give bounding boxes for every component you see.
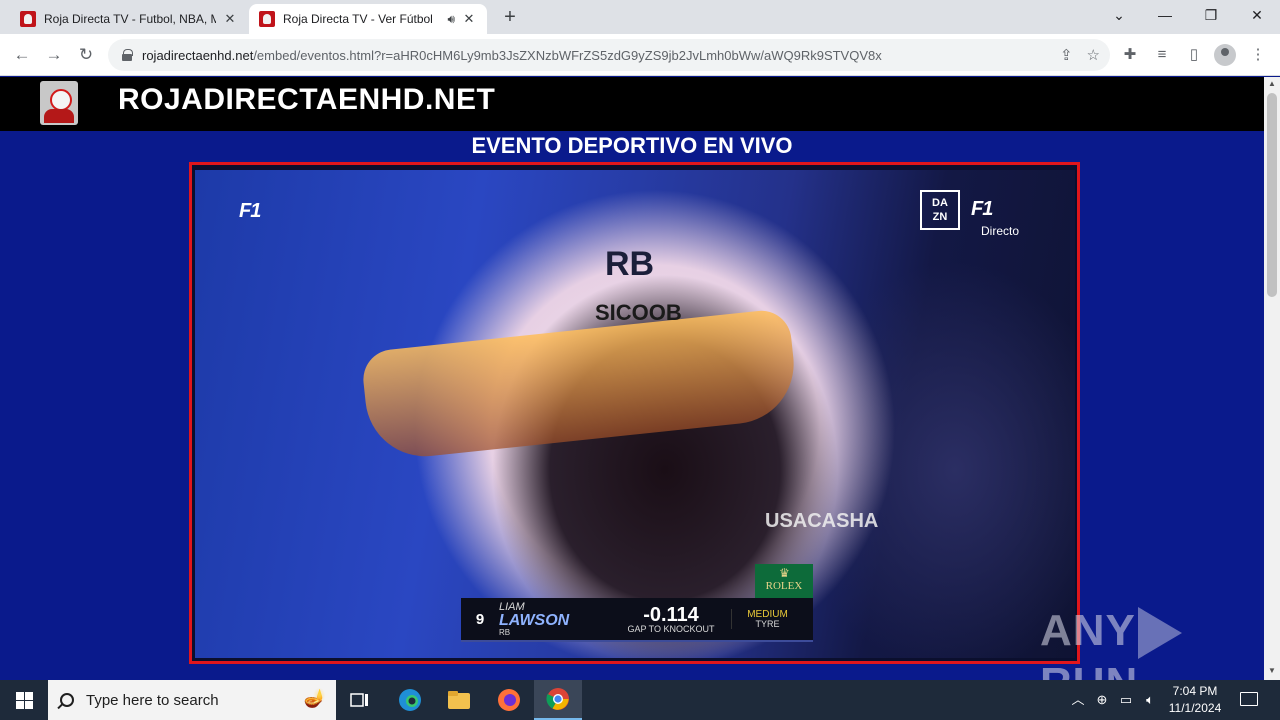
start-button[interactable] bbox=[0, 680, 48, 720]
helmet-visor bbox=[360, 307, 800, 463]
forward-button[interactable]: → bbox=[40, 41, 68, 69]
back-button[interactable]: ← bbox=[8, 41, 36, 69]
tab-close-icon[interactable]: ✕ bbox=[222, 11, 238, 27]
tab-title: Roja Directa TV - Ver Fútbol bbox=[283, 12, 433, 26]
extensions-puzzle-icon[interactable]: ✚ bbox=[1116, 41, 1144, 69]
live-status-label: Directo bbox=[981, 224, 1020, 238]
tab-close-icon[interactable]: ✕ bbox=[461, 11, 477, 27]
side-panel-icon[interactable]: ▯ bbox=[1180, 41, 1208, 69]
driver-lower-third: 9 LIAM LAWSON RB -0.114 GAP TO KNOCKOUT … bbox=[461, 598, 813, 642]
windows-logo-icon bbox=[16, 692, 24, 700]
driver-first-name: LIAM bbox=[499, 600, 525, 613]
restore-button[interactable]: ❐ bbox=[1188, 0, 1234, 30]
search-highlight-icon: 🪔 bbox=[303, 688, 326, 708]
driver-last-name: LAWSON bbox=[499, 611, 570, 629]
reload-button[interactable]: ↻ bbox=[72, 41, 100, 69]
tab-rojadirecta-home[interactable]: Roja Directa TV - Futbol, NBA, M ✕ bbox=[10, 4, 248, 34]
search-placeholder: Type here to search bbox=[86, 691, 219, 709]
firefox-app-button[interactable] bbox=[485, 680, 533, 720]
driver-team: RB bbox=[499, 627, 511, 637]
clock-date: 11/1/2024 bbox=[1168, 701, 1222, 715]
helmet-sponsor-text: SICOOB bbox=[595, 300, 682, 325]
gap-block: -0.114 GAP TO KNOCKOUT bbox=[611, 605, 731, 634]
rolex-text: ROLEX bbox=[765, 580, 803, 592]
file-explorer-app-button[interactable] bbox=[435, 680, 483, 720]
rolex-badge: ♛ ROLEX bbox=[755, 564, 813, 598]
tab-title: Roja Directa TV - Futbol, NBA, M bbox=[44, 12, 216, 26]
event-title: EVENTO DEPORTIVO EN VIVO bbox=[471, 133, 793, 158]
edge-app-button[interactable] bbox=[386, 680, 434, 720]
f1-logo-icon: F1 bbox=[971, 198, 993, 220]
system-clock[interactable]: 7:04 PM 11/1/2024 bbox=[1160, 683, 1230, 717]
page-scrollbar[interactable]: ▲ ▼ bbox=[1264, 77, 1280, 680]
media-control-icon[interactable]: ≡ bbox=[1148, 41, 1176, 69]
show-hidden-icons-chevron-icon[interactable]: ︿ bbox=[1068, 680, 1088, 720]
tab-strip: Roja Directa TV - Futbol, NBA, M ✕ Roja … bbox=[0, 0, 1280, 34]
dazn-logo-icon: DA ZN bbox=[920, 190, 960, 230]
f1-logo-icon: F1 bbox=[239, 200, 261, 222]
tyre-label: TYRE bbox=[755, 618, 780, 629]
play-triangle-icon bbox=[1137, 607, 1182, 660]
windows-taskbar: Type here to search 🪔 ︿ ⊕ ▭ 🔈︎ 7:04 PM 1… bbox=[0, 680, 1280, 720]
chrome-icon bbox=[546, 688, 569, 710]
task-view-icon bbox=[350, 693, 368, 707]
video-player[interactable]: RB SICOOB USACASHA F1 DA ZN F1 Directo ♛ … bbox=[189, 162, 1080, 664]
edge-icon bbox=[399, 689, 421, 711]
lock-icon[interactable] bbox=[122, 49, 133, 61]
tab-rojadirecta-event[interactable]: Roja Directa TV - Ver Fútbol 🔊︎ ✕ bbox=[249, 4, 487, 34]
bookmark-star-icon[interactable]: ☆ bbox=[1087, 46, 1100, 64]
network-icon[interactable]: ▭ bbox=[1116, 680, 1136, 720]
watermark-text-left: ANY bbox=[1040, 606, 1136, 655]
profile-avatar-icon[interactable] bbox=[1214, 44, 1236, 66]
video-frame[interactable]: RB SICOOB USACASHA F1 DA ZN F1 Directo ♛ … bbox=[195, 170, 1075, 658]
firefox-icon bbox=[498, 689, 520, 711]
close-window-button[interactable]: ✕ bbox=[1234, 0, 1280, 30]
speaker-icon[interactable]: 🔊︎ bbox=[447, 12, 455, 27]
gap-label: GAP TO KNOCKOUT bbox=[627, 623, 715, 634]
minimize-button[interactable]: — bbox=[1142, 0, 1188, 30]
folder-icon bbox=[448, 691, 470, 709]
volume-icon[interactable]: 🔈︎ bbox=[1140, 680, 1160, 720]
task-view-button[interactable] bbox=[336, 680, 384, 720]
driver-number: 9 bbox=[475, 610, 485, 628]
scroll-thumb[interactable] bbox=[1267, 93, 1277, 297]
site-logo[interactable] bbox=[40, 81, 78, 125]
gap-value: -0.114 bbox=[643, 603, 699, 626]
device-icon[interactable]: ⊕ bbox=[1092, 680, 1112, 720]
menu-kebab-icon[interactable]: ⋮ bbox=[1244, 41, 1272, 69]
helmet-logo-text: RB bbox=[605, 245, 655, 283]
search-icon bbox=[60, 693, 74, 707]
new-tab-button[interactable]: + bbox=[498, 6, 522, 30]
url-path: /embed/eventos.html?r=aHR0cHM6Ly9mb3JsZX… bbox=[253, 47, 882, 63]
site-header: ROJADIRECTAENHD.NET bbox=[0, 77, 1264, 131]
tab-search-button[interactable]: ⌄ bbox=[1096, 0, 1142, 30]
share-icon[interactable]: ⇪ bbox=[1060, 46, 1073, 64]
tyre-compound: MEDIUM bbox=[747, 608, 788, 620]
site-name[interactable]: ROJADIRECTAENHD.NET bbox=[118, 83, 495, 117]
chrome-app-button[interactable] bbox=[534, 680, 582, 720]
driver-name-block: LIAM LAWSON RB bbox=[499, 600, 611, 637]
site-favicon-icon bbox=[20, 11, 36, 27]
taskbar-search-box[interactable]: Type here to search 🪔 bbox=[48, 680, 336, 720]
tyre-block: MEDIUM TYRE bbox=[731, 608, 803, 630]
url-host: rojadirectaenhd.net bbox=[142, 47, 254, 63]
notification-center-icon[interactable] bbox=[1234, 680, 1264, 720]
clock-time: 7:04 PM bbox=[1172, 684, 1218, 698]
address-bar[interactable]: rojadirectaenhd.net/embed/eventos.html?r… bbox=[108, 39, 1110, 71]
scroll-up-arrow-icon[interactable]: ▲ bbox=[1264, 79, 1280, 91]
crown-icon: ♛ bbox=[779, 566, 790, 580]
browser-toolbar: ← → ↻ rojadirectaenhd.net/embed/eventos.… bbox=[0, 34, 1280, 76]
site-favicon-icon bbox=[259, 11, 275, 27]
page-content: ROJADIRECTAENHD.NET EVENTO DEPORTIVO EN … bbox=[0, 77, 1264, 680]
scroll-down-arrow-icon[interactable]: ▼ bbox=[1264, 666, 1280, 678]
car-sponsor-text: USACASHA bbox=[765, 510, 879, 532]
